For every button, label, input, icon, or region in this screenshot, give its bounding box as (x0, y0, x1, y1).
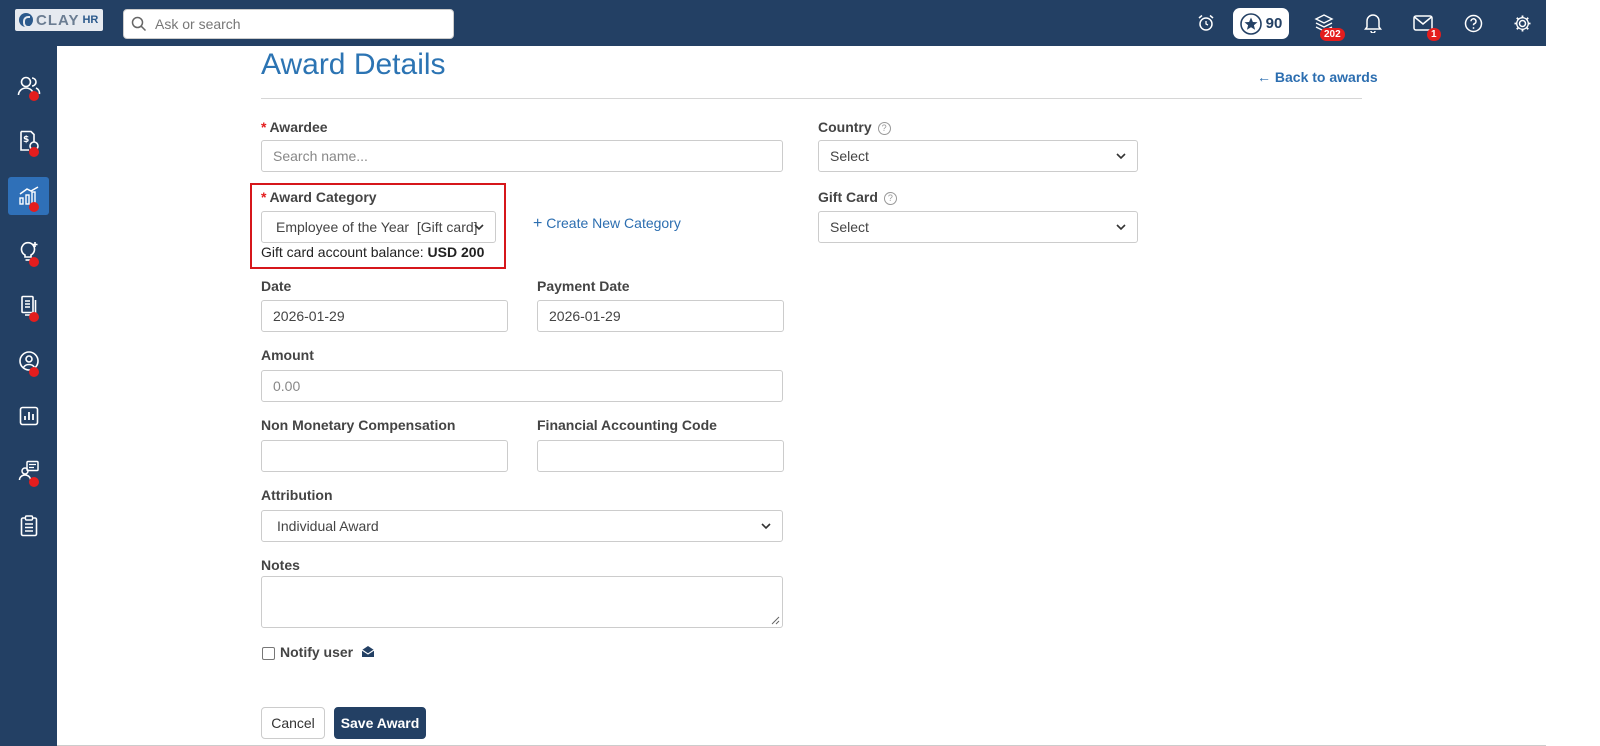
awardee-label-text: Awardee (269, 119, 328, 135)
accounting-code-input[interactable] (537, 440, 784, 472)
report-chart-icon (19, 406, 38, 426)
awardee-label: * Awardee (261, 119, 328, 135)
accounting-code-label: Financial Accounting Code (537, 417, 717, 433)
search-input[interactable] (153, 15, 437, 33)
sidebar-item-payroll[interactable]: $ (8, 122, 49, 160)
back-arrow-icon: ← (1257, 69, 1275, 85)
search-icon (131, 16, 147, 32)
balance-label: Gift card account balance: (261, 244, 424, 260)
date-label: Date (261, 278, 292, 294)
resize-grip-icon[interactable] (771, 616, 780, 625)
left-sidebar: $ (0, 46, 57, 746)
bell-icon[interactable] (1362, 12, 1384, 34)
country-label-text: Country (818, 119, 872, 135)
plus-icon: + (533, 215, 543, 232)
attribution-label: Attribution (261, 487, 333, 503)
award-category-select[interactable]: Employee of the Year [Gift card] (261, 211, 496, 243)
help-icon[interactable]: ? (877, 121, 891, 135)
sidebar-item-documents[interactable] (8, 287, 49, 325)
notify-user-label[interactable]: Notify user (280, 644, 375, 660)
clayhr-logo[interactable]: CLAY HR (15, 9, 103, 31)
date-input[interactable]: 2026-01-29 (261, 300, 508, 332)
notification-dot (29, 91, 39, 101)
points-widget[interactable]: 90 (1233, 8, 1289, 39)
gift-card-select-value: Select (830, 219, 869, 235)
gift-card-balance: Gift card account balance: USD 200 (261, 244, 484, 260)
notes-textarea[interactable] (261, 576, 783, 628)
non-monetary-input[interactable] (261, 440, 508, 472)
notification-dot (29, 202, 39, 212)
award-category-label: * Award Category (261, 189, 377, 205)
required-marker: * (261, 119, 267, 135)
award-category-label-text: Award Category (269, 189, 377, 205)
payment-date-input[interactable]: 2026-01-29 (537, 300, 784, 332)
notification-dot (29, 367, 39, 377)
page-edge (1546, 0, 1600, 746)
create-new-category-link[interactable]: + Create New Category (533, 215, 681, 233)
chevron-down-icon (1116, 153, 1126, 160)
top-bar: CLAY HR 90 202 1 (0, 0, 1546, 46)
mail-badge: 1 (1427, 28, 1441, 41)
back-to-awards-link[interactable]: ← Back to awards (1257, 69, 1378, 85)
balance-value: USD 200 (427, 244, 485, 260)
awardee-search-input[interactable]: Search name... (261, 140, 783, 172)
chevron-down-icon (761, 523, 771, 530)
sidebar-item-support[interactable] (8, 452, 49, 490)
logo-mark-icon (19, 13, 33, 28)
notification-dot (29, 147, 39, 157)
notification-dot (29, 312, 39, 322)
help-icon[interactable]: ? (883, 191, 897, 205)
attribution-select[interactable]: Individual Award (261, 510, 783, 542)
sidebar-item-performance[interactable] (8, 177, 49, 215)
non-monetary-label: Non Monetary Compensation (261, 417, 456, 433)
help-icon[interactable] (1462, 12, 1484, 34)
gift-card-select[interactable]: Select (818, 211, 1138, 243)
chevron-down-icon (1116, 224, 1126, 231)
sidebar-item-reports[interactable] (8, 397, 49, 435)
envelope-open-icon (361, 646, 375, 657)
sidebar-item-people[interactable] (8, 67, 49, 105)
layers-badge: 202 (1320, 28, 1345, 41)
back-link-label: Back to awards (1274, 69, 1378, 85)
create-category-label: Create New Category (546, 215, 681, 231)
notification-dot (29, 477, 39, 487)
required-marker: * (261, 189, 267, 205)
save-award-button[interactable]: Save Award (334, 707, 426, 739)
gift-card-label: Gift Card? (818, 189, 897, 205)
alarm-clock-icon[interactable] (1195, 12, 1217, 34)
chevron-down-icon (474, 224, 484, 231)
country-select[interactable]: Select (818, 140, 1138, 172)
sidebar-item-checklist[interactable] (8, 507, 49, 545)
title-divider (261, 98, 1362, 99)
clipboard-icon (20, 515, 37, 537)
cancel-button[interactable]: Cancel (261, 707, 325, 739)
svg-text:$: $ (23, 135, 29, 145)
logo-text: CLAY (36, 11, 80, 29)
global-search[interactable] (123, 9, 454, 39)
award-category-value: Employee of the Year [Gift card] (276, 219, 478, 235)
notification-dot (29, 257, 39, 267)
star-icon (1239, 12, 1262, 35)
sidebar-item-ideas[interactable] (8, 232, 49, 270)
amount-label: Amount (261, 347, 314, 363)
sidebar-item-profile[interactable] (8, 342, 49, 380)
gear-icon[interactable] (1511, 12, 1533, 34)
attribution-select-value: Individual Award (277, 518, 379, 534)
country-select-value: Select (830, 148, 869, 164)
points-value: 90 (1265, 15, 1283, 32)
gift-card-label-text: Gift Card (818, 189, 878, 205)
payment-date-label: Payment Date (537, 278, 630, 294)
notify-user-text: Notify user (280, 644, 354, 660)
country-label: Country? (818, 119, 891, 135)
notify-user-checkbox[interactable] (262, 647, 275, 660)
amount-input[interactable]: 0.00 (261, 370, 783, 402)
page-title: Award Details (261, 48, 446, 81)
notes-label: Notes (261, 557, 300, 573)
logo-suffix: HR (82, 14, 99, 26)
